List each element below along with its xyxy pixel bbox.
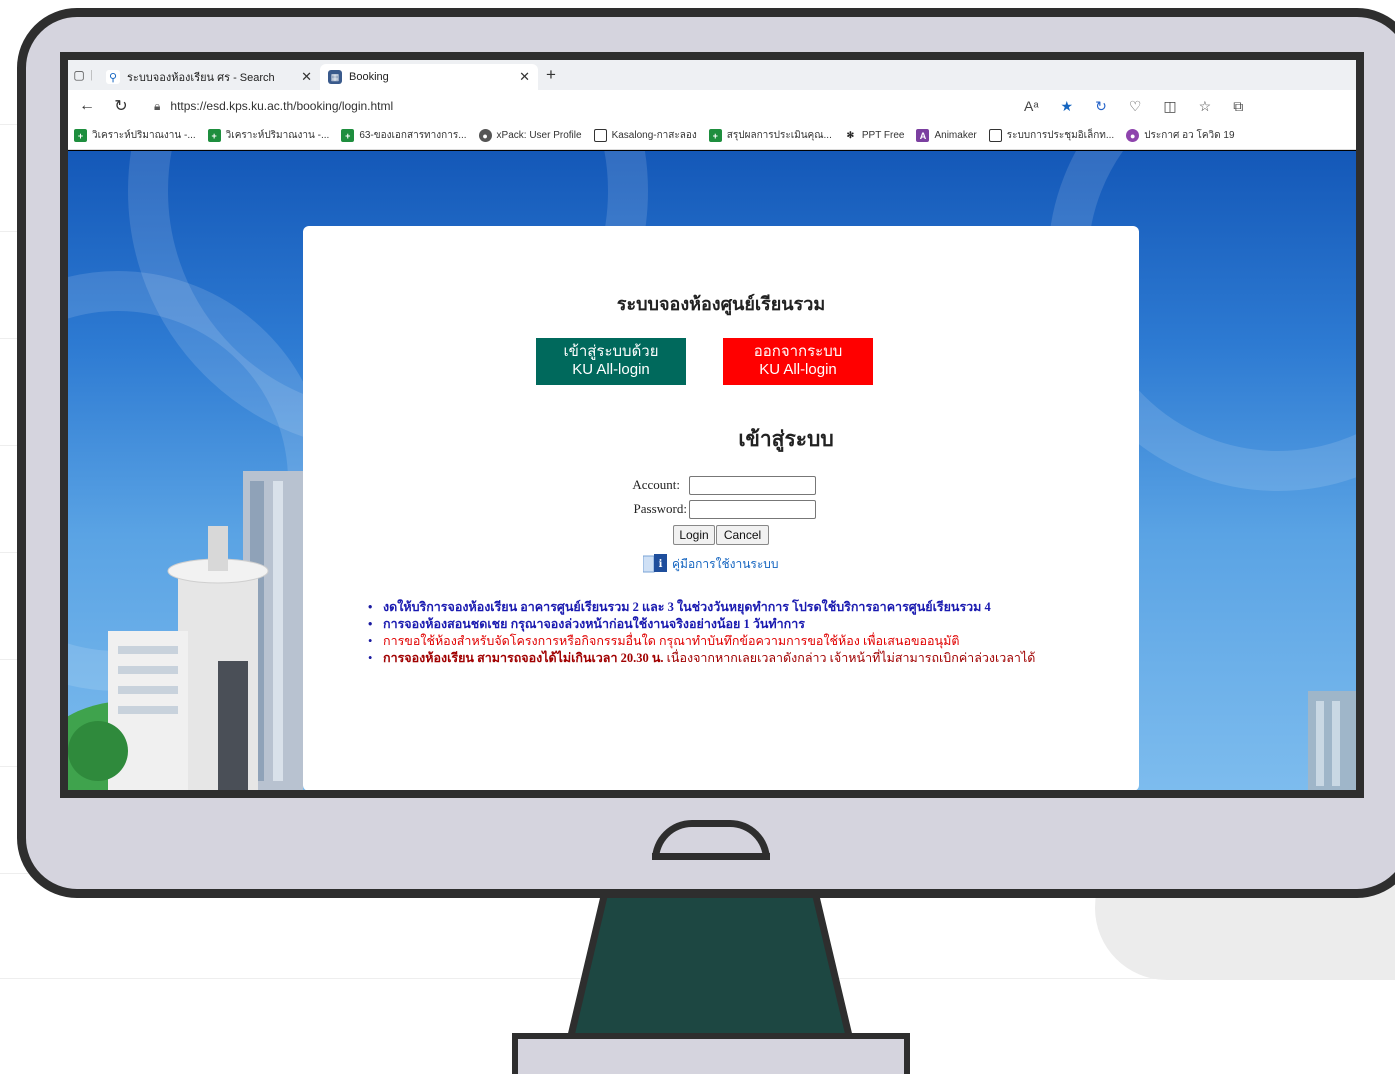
bookmark-label: ระบบการประชุมอิเล็กท... [1006, 130, 1115, 141]
bookmark-item[interactable]: ● xPack: User Profile [473, 129, 588, 142]
notice-item: การจองห้องสอนชดเชย กรุณาจองล่วงหน้าก่อนใ… [368, 616, 1108, 632]
bookmark-item[interactable]: ✻ PPT Free [838, 129, 911, 142]
split-screen-icon[interactable]: ◫ [1163, 98, 1176, 115]
bookmark-label: ประกาศ อว โควิด 19 [1144, 130, 1235, 141]
search-icon: ⚲ [106, 70, 120, 84]
manual-book-icon: i [643, 554, 667, 573]
bookmark-label: PPT Free [861, 130, 905, 141]
page-icon [988, 129, 1002, 142]
logout-button-line1: ออกจากระบบ [753, 343, 843, 360]
announcement-icon: ● [1126, 129, 1140, 142]
page-icon [593, 129, 607, 142]
bookmark-item[interactable]: + สรุปผลการประเมินคุณ... [703, 128, 838, 143]
xpack-icon: ● [478, 129, 492, 142]
tab-booking[interactable]: ▦ Booking ✕ [320, 64, 538, 90]
page-title: ระบบจองห้องศูนย์เรียนรวม [616, 294, 826, 315]
cancel-button[interactable]: Cancel [716, 525, 769, 545]
notice-item-bold: การจองห้องเรียน สามารถจองได้ไม่เกินเวลา … [383, 651, 664, 665]
url-text: https://esd.kps.ku.ac.th/booking/login.h… [170, 99, 394, 113]
monitor-screen: ▢ | ⚲ ระบบจองห้องเรียน ศร - Search ✕ ▦ B… [60, 52, 1364, 798]
sheets-icon: + [708, 129, 722, 142]
bookmark-label: วิเคราะห์ปริมาณงาน -... [225, 130, 330, 141]
login-button-line2: KU All-login [572, 361, 650, 378]
login-button[interactable]: Login [673, 525, 715, 545]
bookmark-label: สรุปผลการประเมินคุณ... [726, 130, 832, 141]
tab-separator: | [90, 69, 93, 81]
bookmark-item[interactable]: Kasalong-กาสะลอง [588, 128, 703, 143]
notice-item: การจองห้องเรียน สามารถจองได้ไม่เกินเวลา … [368, 650, 1108, 666]
address-toolbar: Aᵃ ★ ↻ ♡ ◫ ☆ ⧉ [1024, 98, 1243, 115]
login-heading: เข้าสู่ระบบ [738, 426, 834, 451]
login-button-line1: เข้าสู่ระบบด้วย [563, 343, 659, 360]
login-card: ระบบจองห้องศูนย์เรียนรวม เข้าสู่ระบบด้วย… [303, 226, 1139, 790]
monitor-logo-base [652, 853, 770, 860]
ku-all-logout-button[interactable]: ออกจากระบบ KU All-login [723, 338, 873, 385]
address-bar: ← ↻ 🔒︎ https://esd.kps.ku.ac.th/booking/… [68, 90, 1356, 122]
logout-button-line2: KU All-login [759, 361, 837, 378]
user-manual-text: คู่มือการใช้งานระบบ [672, 556, 779, 571]
account-label: Account: [632, 477, 680, 492]
account-input[interactable] [689, 476, 816, 495]
ku-all-login-button[interactable]: เข้าสู่ระบบด้วย KU All-login [536, 338, 686, 385]
notice-item: การขอใช้ห้องสำหรับจัดโครงการหรือกิจกรรมอ… [368, 633, 1108, 649]
bookmark-label: Kasalong-กาสะลอง [611, 130, 697, 141]
city-illustration [68, 471, 303, 790]
tab-actions-icon[interactable]: ▢ [68, 60, 90, 90]
building-illustration [1308, 691, 1356, 790]
close-icon[interactable]: ✕ [301, 69, 312, 85]
notice-item: งดให้บริการจองห้องเรียน อาคารศูนย์เรียนร… [368, 599, 1108, 615]
page: ▢ | ⚲ ระบบจองห้องเรียน ศร - Search ✕ ▦ B… [0, 0, 1395, 1074]
svg-text:i: i [659, 559, 663, 570]
bookmark-item[interactable]: ● ประกาศ อว โควิด 19 [1120, 128, 1240, 143]
back-icon[interactable]: ← [74, 97, 100, 115]
read-aloud-icon[interactable]: Aᵃ [1024, 98, 1039, 114]
collections-icon[interactable]: ⧉ [1233, 98, 1243, 115]
url-field[interactable]: 🔒︎ https://esd.kps.ku.ac.th/booking/logi… [144, 94, 1024, 118]
bookmark-label: Animaker [934, 130, 977, 141]
close-icon[interactable]: ✕ [519, 69, 530, 85]
bookmark-item[interactable]: +63-ของเอกสารทางการ... [335, 128, 472, 143]
bookmark-item[interactable]: ระบบการประชุมอิเล็กท... [983, 128, 1120, 143]
extension-icon[interactable]: ↻ [1095, 98, 1107, 115]
tab-title: Booking [349, 71, 389, 83]
favorites-icon[interactable]: ☆ [1199, 98, 1212, 115]
password-input[interactable] [689, 500, 816, 519]
bookmark-label: xPack: User Profile [496, 130, 582, 141]
booking-favicon-icon: ▦ [328, 70, 342, 84]
monitor-base [512, 1033, 910, 1074]
sheets-icon: + [341, 129, 355, 142]
favorite-star-icon[interactable]: ★ [1061, 98, 1074, 115]
animaker-icon: A [916, 129, 930, 142]
browser-essentials-icon[interactable]: ♡ [1129, 98, 1142, 115]
password-label: Password: [633, 501, 687, 516]
new-tab-icon[interactable]: + [538, 65, 564, 85]
bookmark-item[interactable]: + วิเคราะห์ปริมาณงาน -... [68, 128, 202, 143]
tab-bar: ▢ | ⚲ ระบบจองห้องเรียน ศร - Search ✕ ▦ B… [68, 60, 1356, 90]
lock-icon: 🔒︎ [154, 98, 161, 113]
refresh-icon[interactable]: ↻ [108, 96, 134, 116]
sheets-icon: + [74, 129, 87, 142]
bookmark-item[interactable]: + วิเคราะห์ปริมาณงาน -... [202, 128, 336, 143]
bookmarks-bar: + วิเคราะห์ปริมาณงาน -... + วิเคราะห์ปริมา… [68, 122, 1356, 150]
tab-search[interactable]: ⚲ ระบบจองห้องเรียน ศร - Search ✕ [98, 64, 320, 90]
notice-item-rest: เนื่องจากหากเลยเวลาดังกล่าว เจ้าหน้าที่ไ… [663, 651, 1036, 665]
sheets-icon: + [207, 129, 221, 142]
notice-list: งดให้บริการจองห้องเรียน อาคารศูนย์เรียนร… [368, 599, 1108, 667]
bookmark-label: วิเคราะห์ปริมาณงาน -... [92, 130, 196, 141]
bookmark-item[interactable]: A Animaker [910, 129, 982, 142]
user-manual-link[interactable]: i คู่มือการใช้งานระบบ [643, 554, 779, 574]
tab-title: ระบบจองห้องเรียน ศร - Search [127, 72, 275, 84]
bookmark-label: 63-ของเอกสารทางการ... [359, 130, 467, 141]
ppt-free-icon: ✻ [843, 129, 857, 142]
page-viewport: ระบบจองห้องศูนย์เรียนรวม เข้าสู่ระบบด้วย… [68, 151, 1356, 790]
